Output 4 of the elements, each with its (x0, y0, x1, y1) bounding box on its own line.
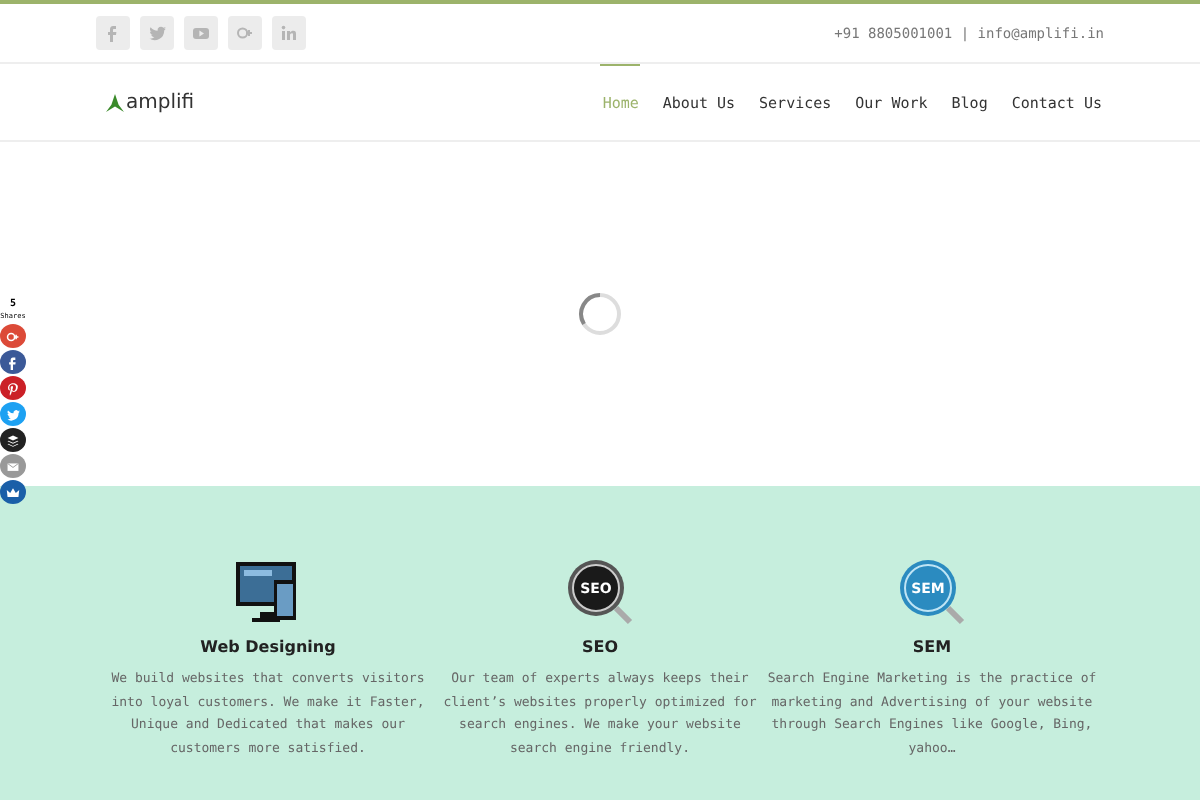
logo-text[interactable]: amplifi (126, 91, 195, 113)
service-title: SEO (581, 638, 619, 656)
service-title: Web Designing (200, 638, 336, 656)
service-title: SEM (912, 638, 952, 656)
